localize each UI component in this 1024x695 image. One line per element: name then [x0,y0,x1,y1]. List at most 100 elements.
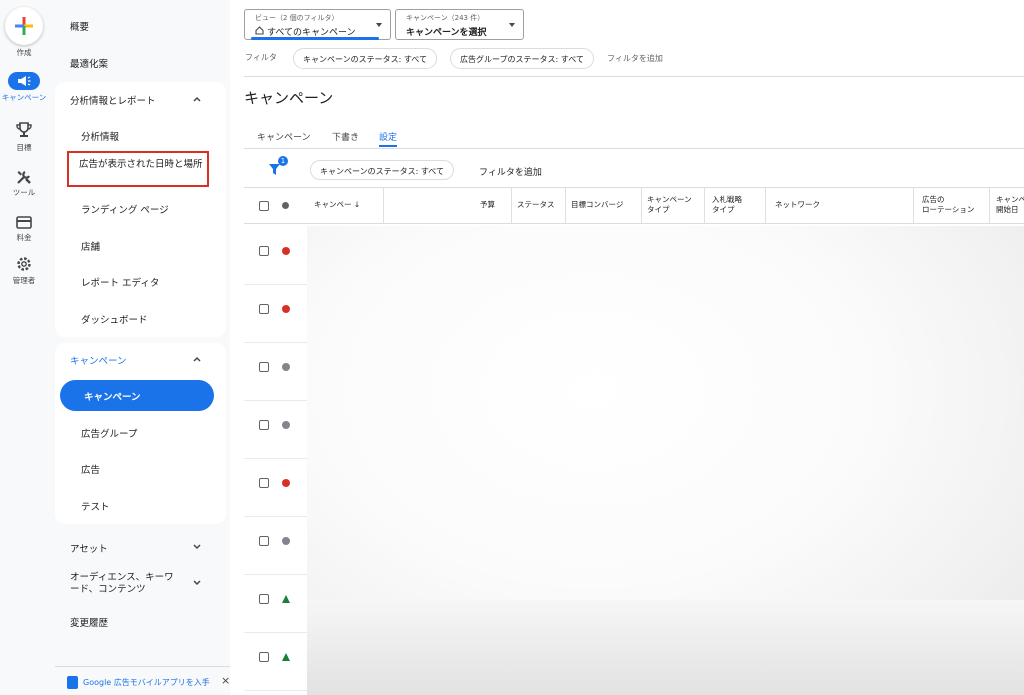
paused-status-icon [282,537,290,545]
sidebar-item-campaigns-active[interactable]: キャンペーン [60,380,214,411]
table-row-divider [244,632,307,633]
campaign-select-dropdown[interactable]: キャンペーン（243 件） キャンペーンを選択 [395,9,524,40]
filter-chip-campaign-status[interactable]: キャンペーンのステータス: すべて [293,48,437,69]
col-header-campaign[interactable]: キャンペー ↓ [314,200,360,210]
gear-icon[interactable] [15,255,33,273]
divider [244,148,1024,149]
col-header-status[interactable]: ステータス [517,200,555,210]
row-checkbox[interactable] [259,478,269,488]
col-header-budget[interactable]: 予算 [480,200,495,210]
rail-campaigns-button[interactable] [8,72,40,90]
caret-down-icon [376,23,382,27]
admin-rail-label: 管理者 [12,276,36,285]
tools-rail-label: ツール [12,188,36,197]
sidebar-item-dashboards[interactable]: ダッシュボード [81,312,148,326]
download-icon [67,676,78,689]
sidebar-item-change-history[interactable]: 変更履歴 [70,615,108,629]
view-dropdown-label: ビュー（2 個のフィルタ） [255,14,339,22]
tab-active-underline [379,145,397,147]
row-checkbox[interactable] [259,246,269,256]
sidebar-item-insights[interactable]: 分析情報 [81,129,119,143]
col-header-rotation[interactable]: 広告の ローテーション [922,195,974,215]
blurred-table-content-bottom [307,600,1024,695]
table-row-divider [244,400,307,401]
filter-count-badge: 1 [278,156,288,166]
col-header-start-date[interactable]: キャンペ 開始日 [996,195,1024,215]
col-header-goal[interactable]: 目標コンバージ [571,200,623,210]
sidebar-item-campaigns-label: キャンペーン [84,392,141,403]
billing-card-icon[interactable] [15,213,33,231]
paused-status-icon [282,421,290,429]
filter-label: フィルタ [245,53,277,62]
removed-status-icon [282,305,290,313]
tab-campaigns[interactable]: キャンペーン [257,130,311,143]
close-icon[interactable]: × [221,674,230,687]
mobile-app-link[interactable]: Google 広告モバイルアプリを入手 [83,677,210,688]
highlighted-sidebar-item-where-when[interactable]: 広告が表示された日時と場所 [67,151,209,187]
view-dropdown[interactable]: ビュー（2 個のフィルタ） すべてのキャンペーン [244,9,391,40]
insights-reports-header[interactable]: 分析情報とレポート [70,93,156,107]
left-rail: 作成 キャンペーン 目標 ツール 料金 管理者 [0,0,48,695]
sidebar-item-ad-groups[interactable]: 広告グループ [81,426,137,440]
sidebar-item-overview[interactable]: 概要 [70,19,89,33]
main-content: ビュー（2 個のフィルタ） すべてのキャンペーン キャンペーン（243 件） キ… [230,0,1024,695]
tools-icon[interactable] [15,168,33,186]
table-row-divider [244,516,307,517]
create-button[interactable] [5,7,43,45]
home-icon [255,26,264,35]
sidebar-item-landing-pages[interactable]: ランディング ページ [81,202,169,216]
tab-drafts[interactable]: 下書き [332,130,359,143]
row-checkbox[interactable] [259,594,269,604]
removed-status-icon [282,247,290,255]
plus-icon [15,17,33,35]
caret-down-icon [509,23,515,27]
campaigns-section-header[interactable]: キャンペーン [70,353,127,367]
campaign-select-value: キャンペーンを選択 [406,28,487,38]
row-checkbox[interactable] [259,536,269,546]
goals-rail-label: 目標 [16,143,32,152]
chevron-up-icon[interactable] [192,94,202,104]
tab-settings[interactable]: 設定 [379,130,397,143]
col-header-network[interactable]: ネットワーク [775,200,820,210]
sidebar-item-assets[interactable]: アセット [70,541,108,555]
filter-chip-adgroup-status[interactable]: 広告グループのステータス: すべて [450,48,594,69]
sidebar-item-recommendations[interactable]: 最適化案 [70,56,108,70]
mobile-app-promo: Google 広告モバイルアプリを入手 × [55,666,230,695]
insights-reports-card: 分析情報とレポート 分析情報 広告が表示された日時と場所 ランディング ページ … [55,82,226,337]
row-checkbox[interactable] [259,362,269,372]
table-add-filter-link[interactable]: フィルタを追加 [479,165,542,178]
removed-status-icon [282,479,290,487]
select-all-checkbox[interactable] [259,201,269,211]
row-checkbox[interactable] [259,420,269,430]
table-row-divider [244,574,307,575]
row-checkbox[interactable] [259,652,269,662]
chevron-down-icon[interactable] [192,542,202,552]
campaign-select-label: キャンペーン（243 件） [406,14,485,22]
table-row-divider [244,458,307,459]
sidebar-item-audiences[interactable]: オーディエンス、キーワード、コンテンツ [70,572,180,596]
megaphone-icon [18,76,31,86]
col-header-type[interactable]: キャンペーン タイプ [647,195,692,215]
add-filter-link[interactable]: フィルタを追加 [607,53,663,64]
experiment-flask-icon [282,595,290,603]
sidebar-item-report-editor[interactable]: レポート エディタ [81,275,159,289]
col-header-bidding[interactable]: 入札戦略 タイプ [712,195,742,215]
column-separator [765,188,766,223]
table-filter-chip-campaign-status[interactable]: キャンペーンのステータス: すべて [310,160,454,180]
sidebar-item-ads[interactable]: 広告 [81,462,100,476]
divider [244,223,1024,224]
column-separator [989,188,990,223]
column-separator [704,188,705,223]
sidebar-item-stores[interactable]: 店舗 [81,239,100,253]
sidebar: 概要 最適化案 分析情報とレポート 分析情報 広告が表示された日時と場所 ランデ… [48,0,230,695]
sidebar-item-experiments[interactable]: テスト [81,499,110,513]
campaigns-rail-label: キャンペーン [1,93,47,102]
paused-status-icon [282,363,290,371]
chevron-down-icon[interactable] [192,578,202,588]
row-checkbox[interactable] [259,304,269,314]
chevron-up-icon[interactable] [192,354,202,364]
create-label: 作成 [16,48,32,57]
column-separator [565,188,566,223]
trophy-icon[interactable] [15,121,33,139]
divider [244,76,1024,77]
